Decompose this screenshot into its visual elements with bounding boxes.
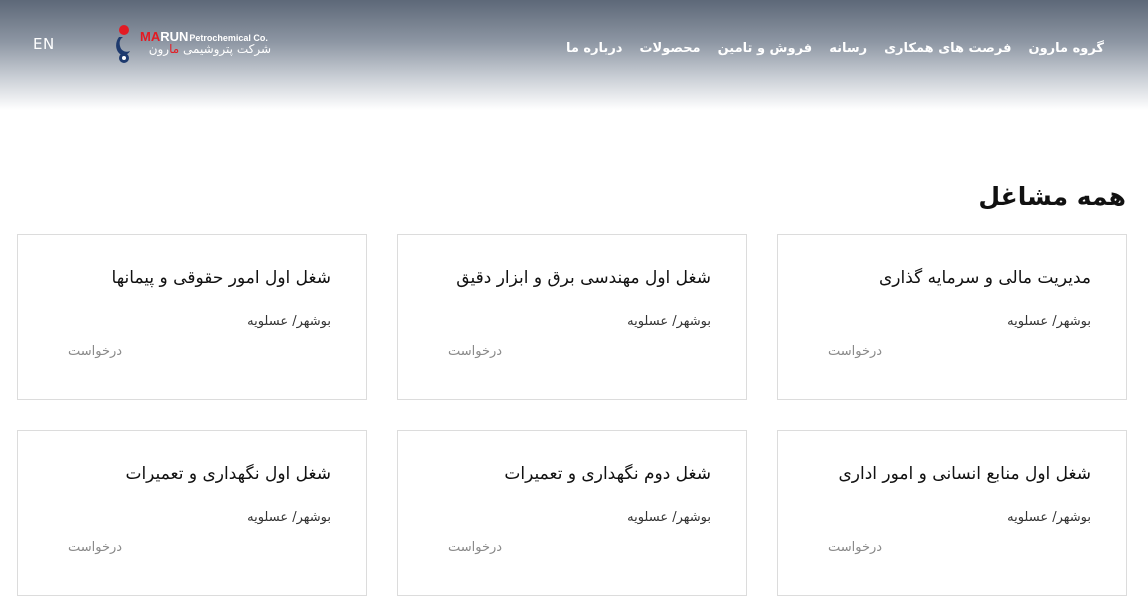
nav-item-media[interactable]: رسانه xyxy=(829,41,867,56)
logo-fa-prefix: شرکت پتروشیمی xyxy=(179,42,271,56)
nav-item-products[interactable]: محصولات xyxy=(639,41,700,56)
job-title[interactable]: شغل اول نگهداری و تعمیرات xyxy=(125,464,331,484)
nav-item-about[interactable]: درباره ما xyxy=(566,41,623,56)
apply-link[interactable]: درخواست xyxy=(68,540,122,555)
apply-link[interactable]: درخواست xyxy=(828,344,882,359)
nav-item-marun-group[interactable]: گروه مارون xyxy=(1028,41,1104,56)
site-header: EN MARUNPetrochemical Co. شرکت پتروشیمی … xyxy=(0,0,1148,110)
marun-logo-icon xyxy=(116,25,130,63)
job-location: بوشهر/ عسلویه xyxy=(247,314,331,329)
job-location: بوشهر/ عسلویه xyxy=(627,314,711,329)
job-title[interactable]: شغل دوم نگهداری و تعمیرات xyxy=(504,464,711,484)
job-location: بوشهر/ عسلویه xyxy=(1007,510,1091,525)
jobs-grid: مدیریت مالی و سرمایه گذاری بوشهر/ عسلویه… xyxy=(17,234,1127,596)
job-title[interactable]: شغل اول امور حقوقی و پیمانها xyxy=(112,268,331,288)
job-card[interactable]: شغل اول امور حقوقی و پیمانها بوشهر/ عسلو… xyxy=(17,234,367,400)
nav-item-careers[interactable]: فرصت های همکاری xyxy=(884,41,1011,56)
job-title[interactable]: مدیریت مالی و سرمایه گذاری xyxy=(879,268,1091,288)
logo-fa-suffix: رون xyxy=(148,42,170,56)
job-location: بوشهر/ عسلویه xyxy=(247,510,331,525)
main-nav: درباره ما محصولات فروش و تامین رسانه فرص… xyxy=(566,41,1104,56)
logo-brand-text: MARUNPetrochemical Co. xyxy=(140,29,268,44)
logo-fa-red: ما xyxy=(169,42,180,56)
job-title[interactable]: شغل اول منابع انسانی و امور اداری xyxy=(839,464,1092,484)
job-card[interactable]: شغل اول منابع انسانی و امور اداری بوشهر/… xyxy=(777,430,1127,596)
job-title[interactable]: شغل اول مهندسی برق و ابزار دقیق xyxy=(456,268,711,288)
nav-item-sales[interactable]: فروش و تامین xyxy=(718,41,813,56)
language-toggle[interactable]: EN xyxy=(33,35,55,53)
job-card[interactable]: شغل اول نگهداری و تعمیرات بوشهر/ عسلویه … xyxy=(17,430,367,596)
apply-link[interactable]: درخواست xyxy=(828,540,882,555)
job-card[interactable]: شغل دوم نگهداری و تعمیرات بوشهر/ عسلویه … xyxy=(397,430,747,596)
logo-persian-text: شرکت پتروشیمی مارون xyxy=(140,42,271,56)
page-title: همه مشاغل xyxy=(978,182,1126,211)
apply-link[interactable]: درخواست xyxy=(448,540,502,555)
apply-link[interactable]: درخواست xyxy=(68,344,122,359)
apply-link[interactable]: درخواست xyxy=(448,344,502,359)
job-location: بوشهر/ عسلویه xyxy=(1007,314,1091,329)
company-logo[interactable]: MARUNPetrochemical Co. شرکت پتروشیمی مار… xyxy=(113,24,278,66)
job-location: بوشهر/ عسلویه xyxy=(627,510,711,525)
job-card[interactable]: شغل اول مهندسی برق و ابزار دقیق بوشهر/ ع… xyxy=(397,234,747,400)
job-card[interactable]: مدیریت مالی و سرمایه گذاری بوشهر/ عسلویه… xyxy=(777,234,1127,400)
